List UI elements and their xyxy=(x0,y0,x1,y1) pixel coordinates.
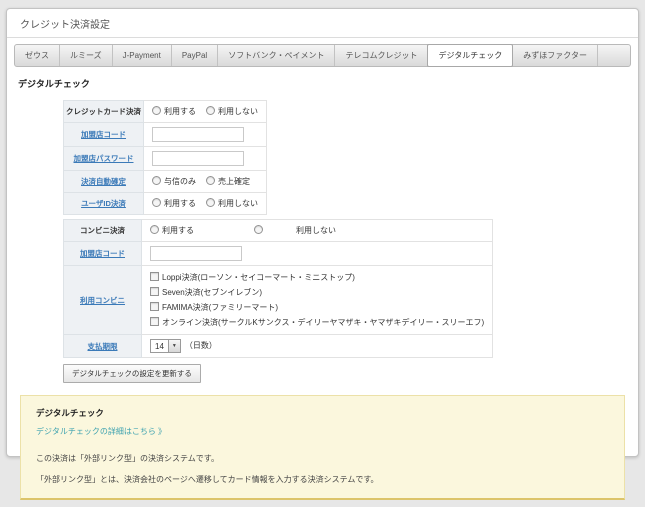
detail-link[interactable]: デジタルチェックの詳細はこちら 》 xyxy=(36,426,166,437)
tab-mizuho-factor[interactable]: みずほファクター xyxy=(513,45,598,66)
use-option: 利用する xyxy=(152,106,196,116)
radio-use[interactable] xyxy=(152,198,161,207)
info-box: デジタルチェック デジタルチェックの詳細はこちら 》 この決済は「外部リンク型」… xyxy=(20,395,625,500)
payment-deadline-select[interactable]: 14 ▼ xyxy=(150,339,181,353)
table-row: 加盟店パスワード xyxy=(63,146,267,171)
merchant-code-link[interactable]: 加盟店コード xyxy=(81,130,126,139)
not-use-option: 利用しない xyxy=(206,106,258,116)
tab-softbank-payment[interactable]: ソフトバンク・ペイメント xyxy=(218,45,336,66)
radio-use-label: 利用する xyxy=(164,107,196,116)
table-row: 加盟店コード xyxy=(63,241,494,266)
section-heading: デジタルチェック xyxy=(18,79,90,89)
credit-card-payment-label: クレジットカード決済 xyxy=(63,100,144,123)
tab-digital-check-active[interactable]: デジタルチェック xyxy=(427,44,514,67)
radio-not-use-label: 利用しない xyxy=(296,226,336,235)
konbini-settings-table: コンビニ決済 利用する 利用しない 加盟店コード 利用コンビニ Loppi決済(ロ… xyxy=(63,219,494,358)
checkbox-online-label: オンライン決済(サークルKサンクス・デイリーヤマザキ・ヤマザキデイリー・スリーエ… xyxy=(162,318,485,327)
radio-auth-only-label: 与信のみ xyxy=(164,177,196,186)
table-row: ユーザID決済 利用する 利用しない xyxy=(63,192,267,215)
checkbox-seven-label: Seven決済(セブンイレブン) xyxy=(162,288,263,297)
credit-card-settings-table: クレジットカード決済 利用する 利用しない 加盟店コード 加盟店パスワード 決済自… xyxy=(63,100,267,215)
merchant-password-input[interactable] xyxy=(152,151,244,166)
payment-deadline-suffix: （日数） xyxy=(184,341,217,351)
table-row: 決済自動確定 与信のみ 売上確定 xyxy=(63,170,267,193)
use-option: 利用する xyxy=(152,198,196,208)
table-row: 支払期限 14 ▼ （日数） xyxy=(63,334,494,358)
store-option-famima: FAMIMA決済(ファミリーマート) xyxy=(150,300,484,315)
store-option-seven: Seven決済(セブンイレブン) xyxy=(150,285,484,300)
radio-use[interactable] xyxy=(152,106,161,115)
user-id-payment-link[interactable]: ユーザID決済 xyxy=(81,199,126,208)
settings-panel: クレジット決済設定 ゼウス ルミーズ J-Payment PayPal ソフトバ… xyxy=(6,8,639,500)
konbini-payment-label: コンビニ決済 xyxy=(63,219,142,242)
store-option-online: オンライン決済(サークルKサンクス・デイリーヤマザキ・ヤマザキデイリー・スリーエ… xyxy=(150,315,484,330)
radio-not-use[interactable] xyxy=(206,198,215,207)
checkbox-online[interactable] xyxy=(150,317,159,326)
merchant-code-input[interactable] xyxy=(152,127,244,142)
radio-use[interactable] xyxy=(150,225,159,234)
checkbox-famima[interactable] xyxy=(150,302,159,311)
update-settings-button[interactable]: デジタルチェックの設定を更新する xyxy=(63,364,201,383)
page-title: クレジット決済設定 xyxy=(7,9,638,38)
merchant-password-link[interactable]: 加盟店パスワード xyxy=(74,154,134,163)
radio-capture-label: 売上確定 xyxy=(218,177,250,186)
checkbox-famima-label: FAMIMA決済(ファミリーマート) xyxy=(162,303,278,312)
info-line: この決済は「外部リンク型」の決済システムです。 xyxy=(36,454,219,463)
table-row: クレジットカード決済 利用する 利用しない xyxy=(63,100,267,123)
checkbox-loppi-label: Loppi決済(ローソン・セイコーマート・ミニストップ) xyxy=(162,273,355,282)
checkbox-loppi[interactable] xyxy=(150,272,159,281)
info-box-title: デジタルチェック xyxy=(36,408,104,418)
auth-only-option: 与信のみ xyxy=(152,176,196,186)
payment-provider-tabs: ゼウス ルミーズ J-Payment PayPal ソフトバンク・ペイメント テ… xyxy=(14,44,631,67)
store-option-loppi: Loppi決済(ローソン・セイコーマート・ミニストップ) xyxy=(150,270,484,285)
radio-capture[interactable] xyxy=(206,176,215,185)
table-row: 加盟店コード xyxy=(63,122,267,147)
dropdown-arrow-icon: ▼ xyxy=(167,340,180,352)
stores-link[interactable]: 利用コンビニ xyxy=(80,296,125,305)
radio-not-use-label: 利用しない xyxy=(218,199,258,208)
konbini-merchant-code-input[interactable] xyxy=(150,246,242,261)
auto-capture-link[interactable]: 決済自動確定 xyxy=(81,177,126,186)
konbini-merchant-code-link[interactable]: 加盟店コード xyxy=(80,249,125,258)
info-line: 「外部リンク型」とは、決済会社のページへ遷移してカード情報を入力する決済システム… xyxy=(36,475,379,484)
radio-use-label: 利用する xyxy=(162,226,194,235)
table-row: 利用コンビニ Loppi決済(ローソン・セイコーマート・ミニストップ) Seve… xyxy=(63,265,494,335)
tab-remise[interactable]: ルミーズ xyxy=(60,45,113,66)
not-use-option: 利用しない xyxy=(206,198,258,208)
payment-deadline-value: 14 xyxy=(155,341,164,351)
radio-not-use[interactable] xyxy=(254,225,263,234)
tab-paypal[interactable]: PayPal xyxy=(172,45,219,66)
checkbox-seven[interactable] xyxy=(150,287,159,296)
radio-use-label: 利用する xyxy=(164,199,196,208)
table-row: コンビニ決済 利用する 利用しない xyxy=(63,219,494,242)
tab-telecom-credit[interactable]: テレコムクレジット xyxy=(335,45,429,66)
radio-not-use[interactable] xyxy=(206,106,215,115)
tab-j-payment[interactable]: J-Payment xyxy=(113,45,172,66)
payment-deadline-link[interactable]: 支払期限 xyxy=(88,342,118,351)
radio-not-use-label: 利用しない xyxy=(218,107,258,116)
radio-auth-only[interactable] xyxy=(152,176,161,185)
tab-content: デジタルチェック クレジットカード決済 利用する 利用しない 加盟店コード 加盟店… xyxy=(7,67,638,507)
capture-option: 売上確定 xyxy=(206,176,250,186)
tab-zeus[interactable]: ゼウス xyxy=(15,45,60,66)
